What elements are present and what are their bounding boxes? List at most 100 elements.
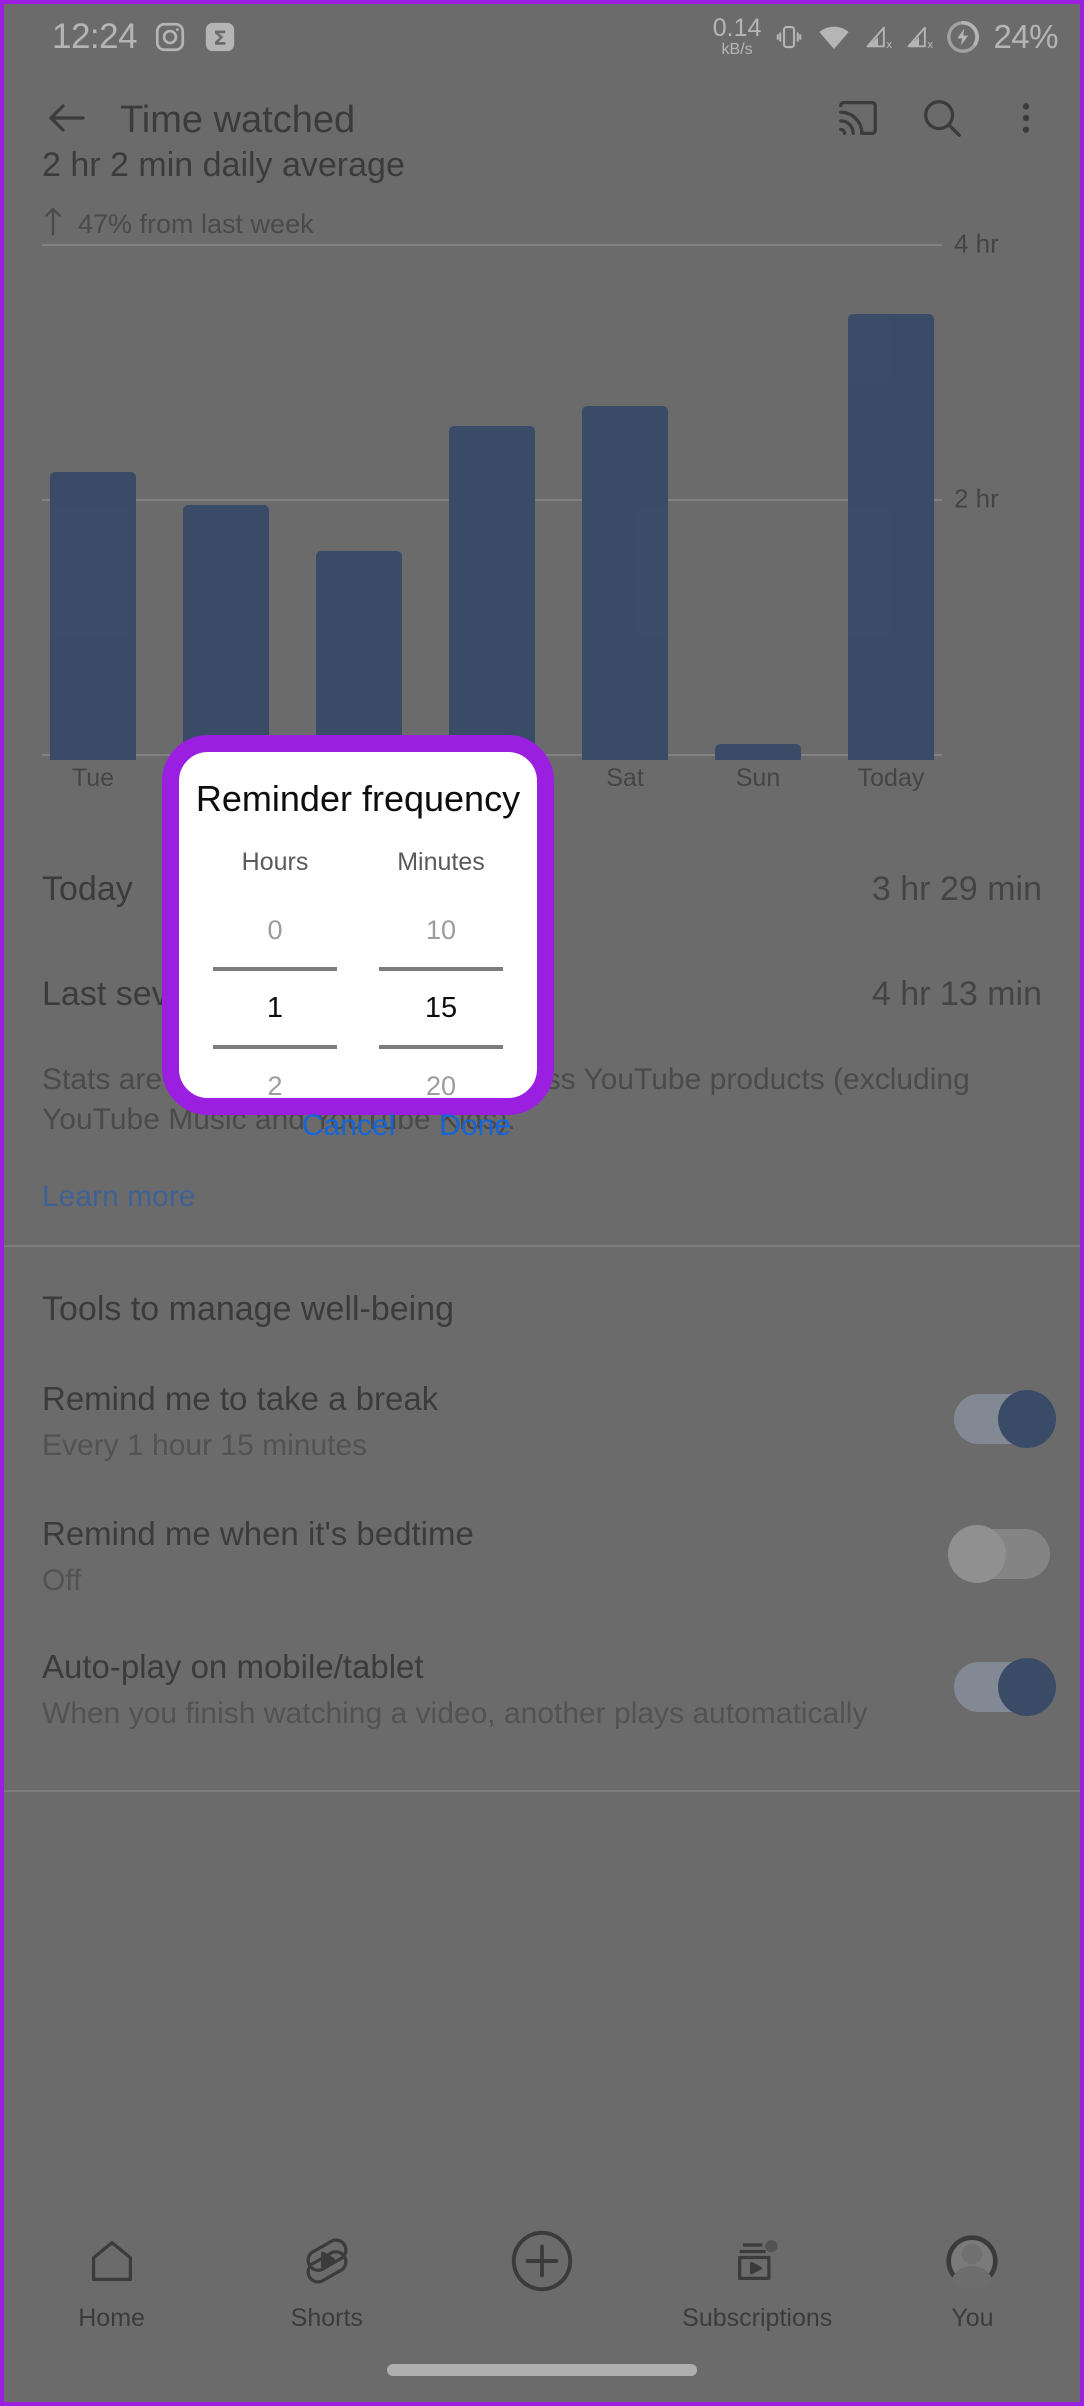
subscriptions-icon [731,2230,783,2292]
create-plus-icon [506,2230,578,2292]
picker-rule-top [213,967,337,971]
hours-value-above[interactable]: 0 [267,907,282,953]
search-button[interactable] [914,92,970,148]
instagram-icon [153,20,187,54]
done-button[interactable]: Done [439,1109,511,1143]
chart-bar [50,472,136,760]
chart-bars [42,236,942,760]
chart-x-label: Today [857,764,925,792]
shorts-icon [301,2230,353,2292]
dialog-actions: Cancel Done [179,1109,537,1167]
cast-icon [835,95,881,146]
battery-percent: 24% [993,18,1058,55]
home-indicator [387,2364,697,2376]
duration-pickers: Hours 0 1 2 Minutes 10 15 20 [179,848,537,1109]
hours-picker[interactable]: Hours 0 1 2 [213,848,337,1109]
nav-item-home[interactable]: Home [4,2230,219,2333]
back-button[interactable] [36,89,98,151]
picker-rule-bottom [379,1045,503,1049]
status-bar: 12:24 Σ 0.14 kB/s x x 24% [4,4,1080,70]
time-watched-chart: 4 hr 2 hr Tue We [42,229,1050,792]
battery-charging-icon [946,20,980,54]
bar-column [715,744,801,760]
bar-column [449,426,535,760]
stats-row-label: Today [42,870,133,908]
hours-value-below[interactable]: 2 [267,1063,282,1109]
chart-bar [449,426,535,760]
app-bar-actions [830,92,1054,148]
gridline-label-4hr: 4 hr [954,228,999,259]
network-speed-value: 0.14 [712,14,762,42]
nav-item-create[interactable] [434,2230,649,2304]
network-speed-unit: kB/s [721,41,753,58]
divider [4,1790,1080,1792]
divider [4,1245,1080,1247]
phone-screen: 12:24 Σ 0.14 kB/s x x 24% Time watched 2… [0,0,1084,2406]
svg-text:Σ: Σ [213,27,227,50]
toggle-knob [998,1658,1056,1716]
setting-title: Remind me when it's bedtime [42,1515,474,1552]
learn-more-link[interactable]: Learn more [42,1180,195,1214]
stats-row-value: 3 hr 29 min [871,870,1042,908]
setting-subtitle: Off [42,1563,82,1597]
nav-item-shorts[interactable]: Shorts [219,2230,434,2333]
bar-column [582,406,668,760]
wifi-icon [817,23,851,51]
picker-rule-bottom [213,1045,337,1049]
chart-bar [316,551,402,760]
svg-text:x: x [928,39,934,51]
toggle-knob [948,1525,1006,1583]
toggle-break-reminder[interactable] [954,1390,1056,1448]
status-bar-left: 12:24 Σ [52,17,237,57]
minutes-picker[interactable]: Minutes 10 15 20 [379,848,503,1109]
account-avatar-icon [944,2230,1000,2292]
chart-plot-area: 4 hr 2 hr [42,229,999,760]
reminder-frequency-dialog: Reminder frequency Hours 0 1 2 Minutes 1… [162,735,554,1142]
picker-rule-top [379,967,503,971]
cast-button[interactable] [830,92,886,148]
overflow-menu-button[interactable] [998,92,1054,148]
setting-subtitle: When you finish watching a video, anothe… [42,1696,868,1730]
bar-column [50,472,136,760]
nav-item-subscriptions[interactable]: Subscriptions [650,2230,865,2333]
setting-subtitle: Every 1 hour 15 minutes [42,1428,368,1462]
page-title: Time watched [120,98,356,141]
status-clock: 12:24 [52,17,138,56]
arrow-left-icon [43,94,91,147]
bar-column [316,551,402,760]
bar-column [848,314,934,760]
network-speed-indicator: 0.14 kB/s [713,16,762,58]
setting-text: Auto-play on mobile/tablet When you fini… [42,1648,954,1732]
setting-row-bedtime-reminder[interactable]: Remind me when it's bedtime Off [42,1515,1050,1599]
toggle-bedtime-reminder[interactable] [948,1525,1050,1583]
chart-x-label: Sun [735,764,781,792]
minutes-value-above[interactable]: 10 [426,907,456,953]
toggle-knob [998,1390,1056,1448]
sigma-app-icon: Σ [203,20,237,54]
setting-title: Auto-play on mobile/tablet [42,1648,424,1685]
app-content: 12:24 Σ 0.14 kB/s x x 24% Time watched 2… [4,4,1080,2402]
dialog-title: Reminder frequency [195,778,521,819]
chart-bar [848,314,934,760]
chart-x-label: Sat [606,764,644,792]
minutes-value-selected[interactable]: 15 [425,985,457,1031]
nav-item-you[interactable]: You [865,2230,1080,2333]
gridline-label-2hr: 2 hr [954,483,999,514]
hours-value-selected[interactable]: 1 [267,985,283,1031]
setting-text: Remind me when it's bedtime Off [42,1515,954,1599]
reminder-frequency-dialog-wrap: Reminder frequency Hours 0 1 2 Minutes 1… [162,735,554,1142]
toggle-autoplay[interactable] [954,1658,1056,1716]
daily-average-text: 2 hr 2 min daily average [42,146,405,184]
minutes-value-below[interactable]: 20 [426,1063,456,1109]
signal-off-icon: x [864,23,892,51]
hours-picker-label: Hours [241,848,309,876]
vibrate-icon [774,22,804,52]
scroll-body[interactable]: 2 hr 2 min daily average 47% from last w… [4,146,1080,2212]
setting-row-break-reminder[interactable]: Remind me to take a break Every 1 hour 1… [42,1380,1056,1464]
chart-bar [183,505,269,760]
cancel-button[interactable]: Cancel [302,1109,395,1143]
status-bar-right: 0.14 kB/s x x 24% [713,16,1059,58]
setting-row-autoplay[interactable]: Auto-play on mobile/tablet When you fini… [42,1648,1056,1732]
more-vert-icon [1006,96,1046,145]
setting-text: Remind me to take a break Every 1 hour 1… [42,1380,954,1464]
